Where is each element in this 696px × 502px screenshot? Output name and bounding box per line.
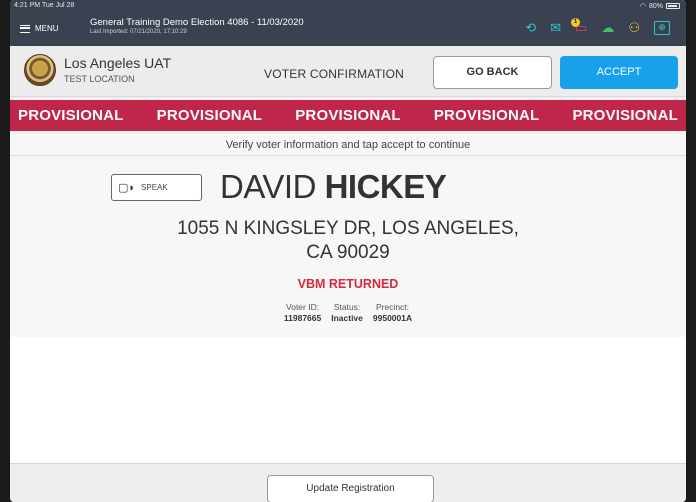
- speak-label: SPEAK: [141, 183, 168, 192]
- wifi-icon: ◠: [639, 3, 646, 10]
- location-bar: Los Angeles UAT TEST LOCATION VOTER CONF…: [10, 46, 686, 97]
- content-blank-area: [10, 337, 686, 463]
- last-imported: Last Imported: 07/21/2020, 17:10:29: [90, 29, 187, 35]
- status-block: Status: Inactive: [331, 302, 363, 323]
- location-sub: TEST LOCATION: [64, 74, 135, 84]
- cloud-icon[interactable]: ☁: [601, 21, 614, 35]
- hamburger-icon: [20, 24, 30, 33]
- status-indicators: ◠ 80%: [640, 2, 680, 10]
- county-seal-logo: [24, 54, 56, 86]
- provisional-label: PROVISIONAL: [433, 107, 540, 124]
- voter-last-name: HICKEY: [324, 168, 447, 205]
- page-title: VOTER CONFIRMATION: [264, 67, 405, 81]
- menu-button[interactable]: MENU: [20, 24, 59, 33]
- address-line-2: CA 90029: [306, 242, 390, 263]
- location-name: Los Angeles UAT: [64, 55, 172, 71]
- election-title: General Training Demo Election 4086 - 11…: [90, 17, 304, 28]
- address-line-1: 1055 N KINGSLEY DR, LOS ANGELES,: [177, 218, 519, 239]
- app-header: 4:21 PM Tue Jul 28 ◠ 80% MENU General Tr…: [10, 0, 686, 46]
- precinct-value: 9950001A: [372, 313, 413, 323]
- voter-id-value: 11987665: [283, 313, 322, 323]
- provisional-banner: PROVISIONAL PROVISIONAL PROVISIONAL PROV…: [10, 100, 686, 131]
- go-back-button[interactable]: GO BACK: [433, 56, 552, 89]
- menu-label: MENU: [35, 24, 59, 33]
- history-icon[interactable]: ⟲: [525, 21, 536, 35]
- status-label: Status:: [333, 302, 361, 312]
- notification-badge: 1: [571, 18, 581, 27]
- voter-address: 1055 N KINGSLEY DR, LOS ANGELES, CA 9002…: [10, 217, 686, 265]
- mail-icon[interactable]: ✉: [550, 21, 561, 35]
- footer-bar: Update Registration: [10, 463, 686, 502]
- speaker-icon: ▢◗: [118, 182, 136, 194]
- battery-icon: [666, 3, 680, 9]
- header-icons: ⟲ ✉ 1 ▭ ☁ ⚇ ⊕: [525, 18, 670, 35]
- precinct-label: Precinct:: [375, 302, 410, 312]
- alert-icon[interactable]: 1 ▭: [571, 18, 587, 35]
- voter-id-label: Voter ID:: [286, 302, 320, 312]
- speak-button[interactable]: ▢◗ SPEAK: [111, 174, 202, 201]
- voter-first-name: DAVID: [220, 168, 316, 205]
- provisional-label: PROVISIONAL: [156, 107, 263, 124]
- accept-button[interactable]: ACCEPT: [560, 56, 678, 89]
- provisional-label: PROVISIONAL: [18, 107, 124, 124]
- voter-id-block: Voter ID: 11987665: [284, 302, 321, 323]
- status-time: 4:21 PM Tue Jul 28: [14, 2, 75, 9]
- precinct-block: Precinct: 9950001A: [373, 302, 412, 323]
- update-registration-button[interactable]: Update Registration: [267, 475, 434, 502]
- provisional-label: PROVISIONAL: [295, 107, 401, 124]
- voter-details: Voter ID: 11987665 Status: Inactive Prec…: [10, 302, 686, 323]
- status-value: Inactive: [331, 313, 363, 323]
- provisional-label: PROVISIONAL: [572, 107, 678, 124]
- voter-card: ▢◗ SPEAK DAVID HICKEY 1055 N KINGSLEY DR…: [10, 157, 686, 337]
- voter-name: DAVID HICKEY: [220, 168, 447, 206]
- battery-percent: 80%: [648, 2, 663, 10]
- instruction-text: Verify voter information and tap accept …: [10, 134, 686, 156]
- vbm-status-flag: VBM RETURNED: [297, 277, 399, 291]
- screen-icon[interactable]: ⊕: [654, 21, 670, 35]
- app-frame: 4:21 PM Tue Jul 28 ◠ 80% MENU General Tr…: [10, 0, 686, 502]
- users-icon[interactable]: ⚇: [628, 21, 640, 35]
